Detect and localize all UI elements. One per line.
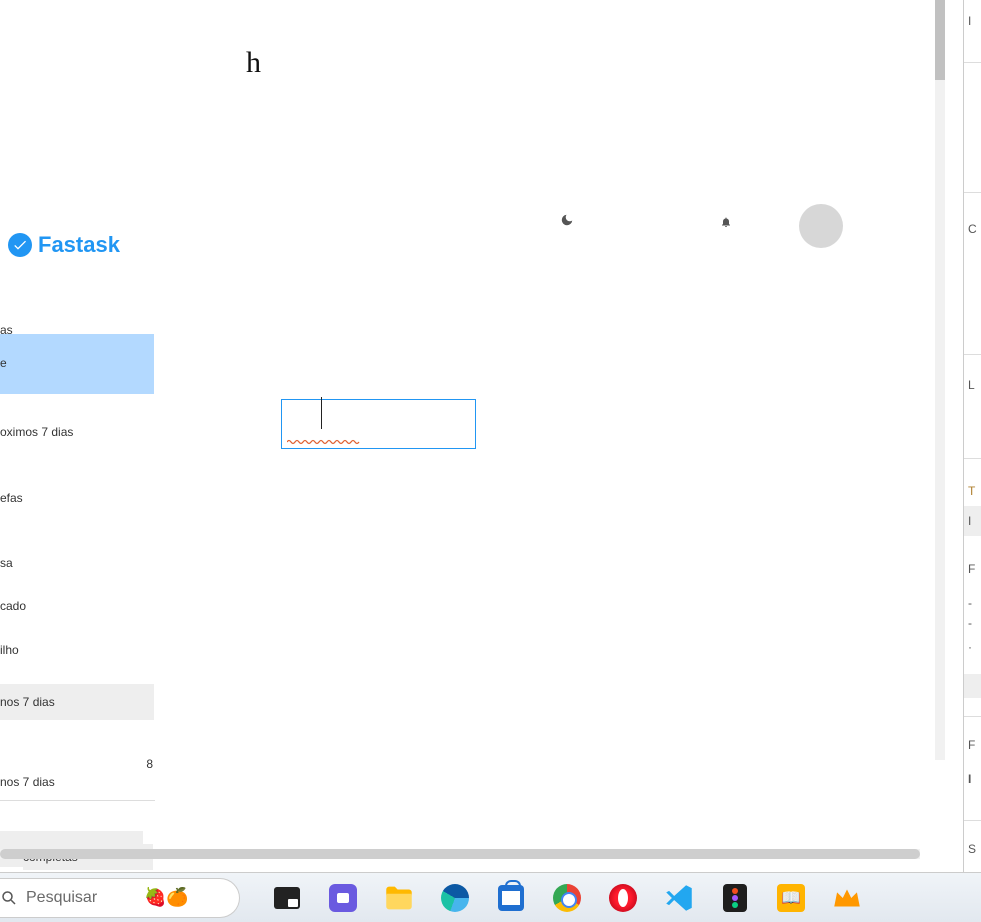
bell-icon [720,216,732,228]
taskbar-widgets-icon[interactable]: 🍓🍊 [144,887,189,908]
vertical-scrollbar[interactable] [935,0,945,760]
reader-app-icon[interactable]: 📖 [774,881,808,915]
moon-icon [560,213,574,227]
spellcheck-underline [287,432,362,438]
devtools-panel: I C L T I F - - · F I S [963,0,981,872]
panel-divider [964,458,981,459]
app-logo[interactable]: Fastask [8,232,120,258]
stat-count: 8 [146,757,153,771]
panel-highlight [964,674,981,698]
vertical-scrollbar-thumb[interactable] [935,0,945,80]
panel-char-6: F [968,562,975,576]
logo-check-icon [8,233,32,257]
sidebar-item-house[interactable]: sa [0,552,13,574]
microsoft-store-icon[interactable] [494,881,528,915]
avatar[interactable] [799,204,843,248]
panel-highlight [964,506,981,536]
panel-char-7: F [968,738,975,752]
sidebar-item-tasks-2[interactable]: efas [0,487,23,509]
file-explorer-icon[interactable] [382,881,416,915]
figma-icon[interactable] [718,881,752,915]
text-caret [321,397,322,429]
video-call-icon[interactable] [326,881,360,915]
task-view-icon[interactable] [270,881,304,915]
sidebar-item-label: nos 7 dias [0,695,55,709]
sidebar-divider [0,800,155,801]
sidebar-item-last-7-days-2[interactable]: nos 7 dias [0,771,55,793]
panel-char-9: S [968,842,976,856]
chrome-browser-icon[interactable] [550,881,584,915]
vscode-icon[interactable] [662,881,696,915]
search-placeholder: Pesquisar [26,889,97,907]
sidebar-item-work[interactable]: ilho [0,639,19,661]
panel-divider [964,716,981,717]
dark-mode-toggle[interactable] [560,213,574,230]
panel-char-1: I [968,14,971,28]
horizontal-scrollbar[interactable] [0,849,920,859]
panel-line-3: · [968,640,972,654]
panel-char-4: T [968,484,975,498]
panel-line-1: - [968,596,972,610]
panel-char-5: I [968,514,971,528]
windows-taskbar: Pesquisar 🍓🍊 📖 [0,872,981,922]
panel-divider [964,62,981,63]
panel-char-3: L [968,378,975,392]
sidebar-item-label: e [0,356,7,370]
logo-text: Fastask [38,232,120,258]
panel-char-2: C [968,222,977,236]
panel-divider [964,820,981,821]
sidebar-item-market[interactable]: cado [0,595,26,617]
horizontal-scrollbar-thumb[interactable] [0,849,920,859]
sidebar-item-next-7-days[interactable]: oximos 7 dias [0,421,73,443]
opera-browser-icon[interactable] [606,881,640,915]
panel-divider [964,192,981,193]
notifications-button[interactable] [720,216,732,231]
panel-divider [964,354,981,355]
floating-letter: h [246,46,261,80]
panel-line-2: - [968,616,972,630]
taskbar-search[interactable]: Pesquisar [0,878,240,918]
sidebar-item-last-7-days-1[interactable]: nos 7 dias [0,684,154,720]
panel-char-8: I [968,772,971,786]
sidebar-item-active[interactable]: e [0,334,154,394]
edge-browser-icon[interactable] [438,881,472,915]
search-icon [0,889,18,907]
root: h Fastask as e oximos 7 dias efas sa cad… [0,0,981,922]
crown-app-icon[interactable] [830,881,864,915]
